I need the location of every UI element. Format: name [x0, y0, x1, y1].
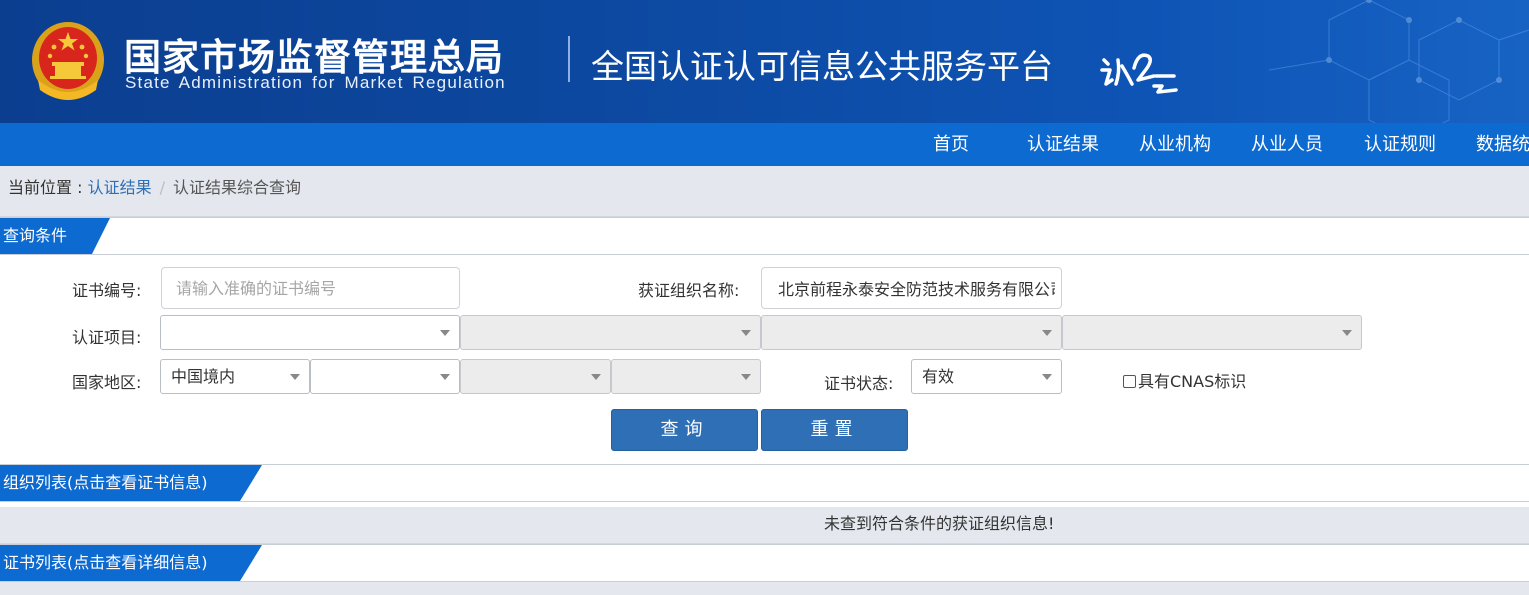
region-select-4[interactable]	[611, 359, 761, 394]
main-nav: 首页 认证结果 从业机构 从业人员 认证规则 数据统计	[0, 123, 1529, 166]
chevron-down-icon	[290, 374, 300, 380]
cert-section-title: 证书列表(点击查看详细信息)	[3, 553, 208, 572]
chevron-down-icon	[741, 374, 751, 380]
breadcrumb-current: 认证结果综合查询	[172, 178, 301, 197]
org-section-title: 组织列表(点击查看证书信息)	[3, 473, 208, 492]
project-select-4[interactable]	[1062, 315, 1362, 350]
network-pattern-decoration	[1269, 0, 1529, 123]
certification-cloud-logo-icon	[1100, 53, 1178, 94]
nav-item-institutions[interactable]: 从业机构	[1139, 123, 1211, 166]
region-select-1[interactable]: 中国境内	[160, 359, 310, 394]
chevron-down-icon	[1042, 374, 1052, 380]
org-empty-message: 未查到符合条件的获证组织信息!	[824, 514, 1055, 533]
national-emblem-icon	[32, 22, 104, 100]
breadcrumb-separator: /	[159, 178, 165, 197]
status-select[interactable]: 有效	[911, 359, 1062, 394]
chevron-down-icon	[440, 374, 450, 380]
query-section-title: 查询条件	[3, 226, 68, 245]
breadcrumb-bar: 当前位置 : 认证结果 / 认证结果综合查询	[0, 166, 1529, 217]
nav-item-cert-results[interactable]: 认证结果	[1027, 123, 1099, 166]
region-select-1-value: 中国境内	[171, 367, 236, 386]
cert-no-input[interactable]	[161, 267, 460, 309]
cert-no-label: 证书编号:	[72, 281, 142, 300]
region-label: 国家地区:	[72, 373, 142, 392]
nav-item-cert-rules[interactable]: 认证规则	[1364, 123, 1436, 166]
status-label: 证书状态:	[824, 374, 894, 393]
org-name-input[interactable]	[761, 267, 1062, 309]
header-banner: 国家市场监督管理总局 State Administration for Mark…	[0, 0, 1529, 123]
chevron-down-icon	[440, 330, 450, 336]
breadcrumb-prefix: 当前位置 :	[8, 178, 88, 197]
chevron-down-icon	[1042, 330, 1052, 336]
cert-section-header: 证书列表(点击查看详细信息)	[0, 544, 1529, 582]
project-select-1[interactable]	[160, 315, 460, 350]
project-select-3[interactable]	[761, 315, 1062, 350]
reset-button[interactable]: 重置	[761, 409, 908, 451]
cert-list-area	[0, 582, 1529, 595]
cnas-checkbox[interactable]	[1123, 375, 1136, 388]
project-select-2[interactable]	[460, 315, 761, 350]
platform-title: 全国认证认可信息公共服务平台	[591, 47, 1053, 86]
cnas-option[interactable]: 具有CNAS标识	[1123, 368, 1247, 391]
query-section-header: 查询条件	[0, 217, 1529, 255]
org-name-label: 获证组织名称:	[638, 281, 740, 300]
breadcrumb: 当前位置 : 认证结果 / 认证结果综合查询	[8, 166, 301, 217]
cnas-label: 具有CNAS标识	[1138, 372, 1247, 391]
org-section-header: 组织列表(点击查看证书信息)	[0, 464, 1529, 502]
nav-item-statistics[interactable]: 数据统计	[1476, 123, 1529, 166]
nav-item-practitioners[interactable]: 从业人员	[1251, 123, 1323, 166]
chevron-down-icon	[591, 374, 601, 380]
breadcrumb-link-cert-results[interactable]: 认证结果	[88, 178, 152, 197]
project-label: 认证项目:	[72, 328, 142, 347]
banner-divider	[568, 36, 570, 82]
agency-name-en: State Administration for Market Regulati…	[125, 73, 506, 92]
search-button[interactable]: 查询	[611, 409, 758, 451]
org-empty-row: 未查到符合条件的获证组织信息!	[0, 507, 1529, 544]
chevron-down-icon	[741, 330, 751, 336]
region-select-3[interactable]	[460, 359, 611, 394]
region-select-2[interactable]	[310, 359, 460, 394]
nav-item-home[interactable]: 首页	[933, 123, 969, 166]
chevron-down-icon	[1342, 330, 1352, 336]
status-select-value: 有效	[922, 367, 955, 386]
